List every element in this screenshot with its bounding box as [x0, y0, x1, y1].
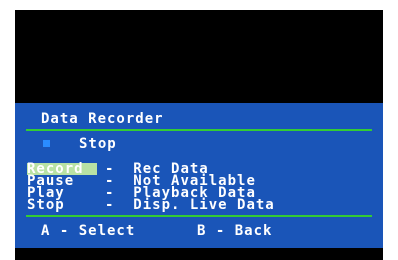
menu-desc-text: Disp. Live Data [133, 197, 275, 213]
select-hint: A - Select [41, 223, 136, 239]
data-recorder-panel: Data Recorder Stop Record - Rec Data Pau… [15, 103, 383, 248]
menu-desc-stop: - Disp. Live Data [105, 197, 365, 213]
panel-title: Data Recorder [41, 111, 164, 127]
menu-item-stop[interactable]: Stop [27, 198, 97, 212]
status-text: Stop [79, 136, 117, 152]
footer-divider [26, 215, 372, 217]
stop-square-icon [43, 140, 50, 147]
title-divider [26, 129, 372, 131]
menu-dash: - [105, 197, 115, 213]
back-hint: B - Back [197, 223, 273, 239]
